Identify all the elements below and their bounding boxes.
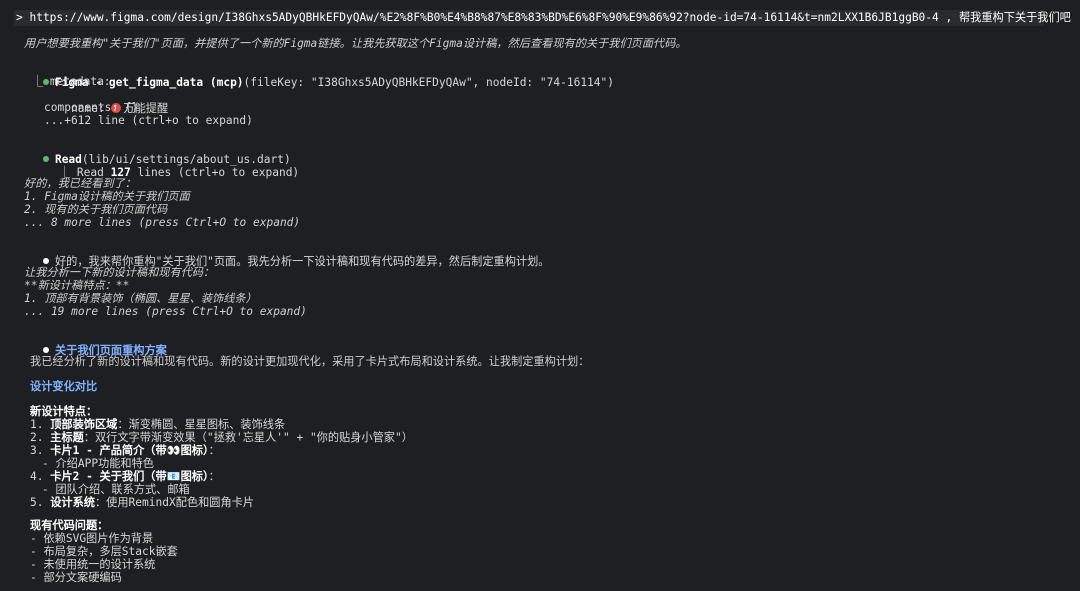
expand-hint[interactable]: ... 8 more lines (press Ctrl+O to expand… xyxy=(24,216,300,230)
list-item: - 布局复杂，多层Stack嵌套 xyxy=(30,545,178,558)
list-item: - 部分文案硬编码 xyxy=(30,571,122,584)
tool-output-line: ⎿ metadata: xyxy=(32,75,111,88)
intro-thought: 用户想要我重构"关于我们"页面，并提供了一个新的Figma链接。让我先获取这个F… xyxy=(24,37,687,50)
list-item: 2. 主标题：双行文字带渐变效果（"拯救'忘星人'" + "你的贴身小管家"） xyxy=(30,431,413,444)
terminal-window: > https://www.figma.com/design/I38Ghxs5A… xyxy=(0,0,1080,591)
list-item: 4. 卡片2 - 关于我们（带📧图标）： xyxy=(30,470,220,483)
thought-line: 1. Figma设计稿的关于我们页面 xyxy=(24,190,190,203)
list-item: - 未使用统一的设计系统 xyxy=(30,558,156,571)
thought-line: 1. 顶部有背景装饰（椭圆、星星、装饰线条） xyxy=(24,292,257,305)
list-item: - 介绍APP功能和特色 xyxy=(42,457,154,470)
message-dot-icon xyxy=(42,258,49,264)
thought-line: 好的，我已经看到了： xyxy=(24,177,136,190)
list-item: - 团队介绍、联系方式、邮箱 xyxy=(42,483,190,496)
list-item: - 依赖SVG图片作为背景 xyxy=(30,532,154,545)
section-heading: 设计变化对比 xyxy=(30,380,98,393)
thought-line: 2. 现有的关于我们页面代码 xyxy=(24,203,168,216)
tool-args: (fileKey: "I38Ghxs5ADyQBHkEFDyQAw", node… xyxy=(243,76,614,89)
thought-line: **新设计稿特点：** xyxy=(24,279,130,292)
list-item: 3. 卡片1 - 产品简介（带👀图标）： xyxy=(30,444,220,457)
plan-description: 我已经分析了新的设计稿和现有代码。新的设计更加现代化，采用了卡片式布局和设计系统… xyxy=(30,355,590,368)
expand-hint[interactable]: ... 19 more lines (press Ctrl+O to expan… xyxy=(24,305,307,319)
list-item: 1. 顶部装饰区域：渐变椭圆、星星图标、装饰线条 xyxy=(30,418,286,431)
list-item: 5. 设计系统：使用RemindX配色和圆角卡片 xyxy=(30,496,255,509)
tool-output-line: components: {} xyxy=(44,101,139,114)
expand-hint[interactable]: ...+612 line (ctrl+o to expand) xyxy=(44,114,253,128)
new-design-title: 新设计特点： xyxy=(30,405,98,418)
prompt-text: > https://www.figma.com/design/I38Ghxs5A… xyxy=(16,11,1071,24)
old-code-title: 现有代码问题： xyxy=(30,519,109,532)
message-dot-icon xyxy=(42,347,49,353)
thought-line: 让我分析一下新的设计稿和现有代码： xyxy=(24,266,215,279)
